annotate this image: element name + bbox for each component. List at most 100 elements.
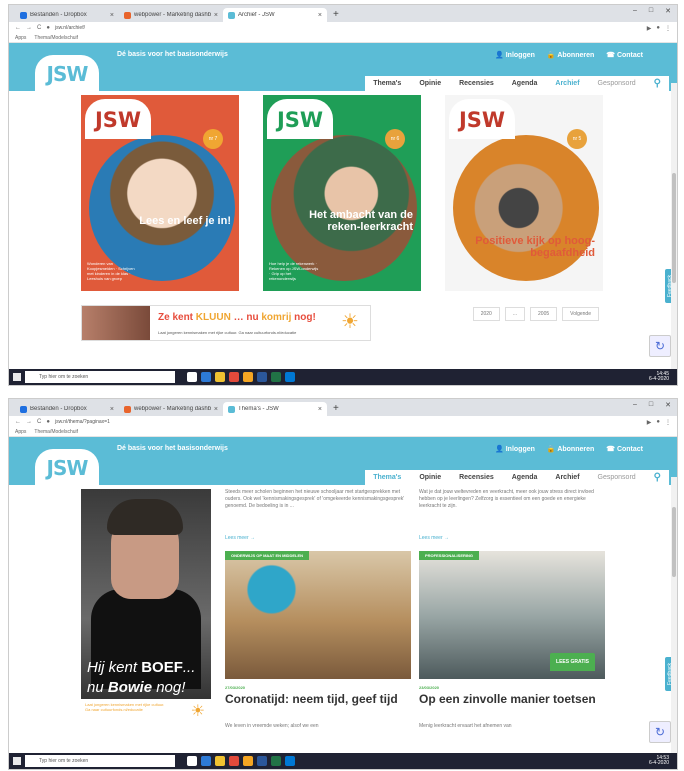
article-title[interactable]: Coronatijd: neem tijd, geef tijd [225, 693, 411, 706]
word-icon[interactable] [257, 756, 267, 766]
article-card[interactable]: ONDERWIJS OP MAAT EN MIDDELEN [225, 551, 411, 679]
excel-icon[interactable] [271, 372, 281, 382]
scrollbar[interactable] [671, 83, 677, 371]
back-icon[interactable]: ← [15, 419, 21, 425]
app-icon[interactable] [243, 372, 253, 382]
bookmark-item[interactable]: Thema/Modelschuif [34, 35, 78, 41]
system-tray-clock[interactable]: 14:45 6-4-2020 [649, 372, 669, 382]
new-tab-button[interactable]: + [327, 8, 345, 22]
cortana-icon[interactable] [187, 756, 197, 766]
subscribe-link[interactable]: 🔒 Abonneren [547, 51, 594, 59]
word-icon[interactable] [257, 372, 267, 382]
browser-tab-active[interactable]: Archief - JSW × [223, 8, 327, 22]
article-card[interactable]: PROFESSIONALISERING LEES GRATIS [419, 551, 605, 679]
browser-tab[interactable]: webpower - Marketing dashboard× [119, 402, 223, 416]
close-icon[interactable]: × [110, 12, 114, 19]
close-icon[interactable]: × [318, 406, 322, 413]
maximize-icon[interactable]: □ [649, 401, 653, 409]
chrome-icon[interactable] [229, 372, 239, 382]
profile-icon[interactable]: ● [656, 25, 660, 31]
browser-tab-active[interactable]: Thema's - JSW × [223, 402, 327, 416]
close-icon[interactable]: × [110, 406, 114, 413]
category-label[interactable]: PROFESSIONALISERING [419, 551, 480, 560]
cultuurfonds-banner-ad[interactable]: Ze kent KLUUN … nu komrij nog! Laat jong… [81, 305, 371, 341]
browser-tab[interactable]: Bestanden - Dropbox × [15, 402, 119, 416]
read-more-link[interactable]: Lees meer → [225, 535, 255, 541]
outlook-icon[interactable] [285, 756, 295, 766]
bookmark-apps[interactable]: Apps [15, 429, 26, 435]
windows-start-icon[interactable] [13, 757, 21, 765]
read-more-link[interactable]: Lees meer → [419, 535, 449, 541]
nav-agenda[interactable]: Agenda [512, 474, 538, 481]
reload-icon[interactable]: C [37, 25, 41, 31]
back-icon[interactable]: ← [15, 25, 21, 31]
jsw-logo[interactable]: JSW [35, 55, 99, 91]
contact-link[interactable]: ☎ Contact [606, 445, 643, 453]
extension-icon[interactable]: ▶ [647, 419, 652, 426]
windows-start-icon[interactable] [13, 373, 21, 381]
article-title[interactable]: Op een zinvolle manier toetsen [419, 693, 605, 706]
chrome-icon[interactable] [229, 756, 239, 766]
page-link[interactable]: 2005 [530, 307, 558, 321]
nav-archief[interactable]: Archief [555, 80, 579, 87]
minimize-icon[interactable]: – [633, 401, 637, 409]
category-label[interactable]: ONDERWIJS OP MAAT EN MIDDELEN [225, 551, 310, 560]
extension-icon[interactable]: ▶ [647, 25, 652, 32]
outlook-icon[interactable] [285, 372, 295, 382]
bookmark-item[interactable]: Thema/Modelschuif [34, 429, 78, 435]
page-link[interactable]: 2020 [472, 307, 500, 321]
nav-opinie[interactable]: Opinie [419, 474, 441, 481]
login-link[interactable]: 👤 Inloggen [495, 51, 535, 59]
minimize-icon[interactable]: – [633, 7, 637, 15]
menu-icon[interactable]: ⋮ [665, 25, 671, 32]
explorer-icon[interactable] [215, 756, 225, 766]
forward-icon[interactable]: → [26, 419, 32, 425]
taskbar-search-input[interactable]: Typ hier om te zoeken [25, 755, 175, 767]
edge-icon[interactable] [201, 756, 211, 766]
subscribe-link[interactable]: 🔒 Abonneren [547, 445, 594, 453]
maximize-icon[interactable]: □ [649, 7, 653, 15]
magazine-cover[interactable]: JSW nr 5 Positieve kijk op hoog-begaafdh… [445, 95, 603, 291]
browser-tab[interactable]: webpower - Marketing dashboard× [119, 8, 223, 22]
nav-themas[interactable]: Thema's [373, 80, 401, 87]
nav-opinie[interactable]: Opinie [419, 80, 441, 87]
edge-icon[interactable] [201, 372, 211, 382]
url-input[interactable]: jsw.nl/archief/ [55, 25, 642, 31]
close-icon[interactable]: × [214, 12, 218, 19]
close-window-icon[interactable]: ✕ [665, 401, 671, 409]
reload-icon[interactable]: C [37, 419, 41, 425]
jsw-logo[interactable]: JSW [35, 449, 99, 485]
new-tab-button[interactable]: + [327, 402, 345, 416]
profile-icon[interactable]: ● [656, 419, 660, 425]
excel-icon[interactable] [271, 756, 281, 766]
nav-archief[interactable]: Archief [555, 474, 579, 481]
close-window-icon[interactable]: ✕ [665, 7, 671, 15]
scrollbar[interactable] [671, 477, 677, 755]
contact-link[interactable]: ☎ Contact [606, 51, 643, 59]
system-tray-clock[interactable]: 14:53 6-4-2020 [649, 756, 669, 766]
nav-recensies[interactable]: Recensies [459, 474, 494, 481]
taskbar-search-input[interactable]: Typ hier om te zoeken [25, 371, 175, 383]
bookmark-apps[interactable]: Apps [15, 35, 26, 41]
nav-themas[interactable]: Thema's [373, 474, 401, 481]
cultuurfonds-skyscraper-ad[interactable]: Hij kent BOEF... nu Bowie nog! Laat jong… [81, 489, 211, 725]
magazine-cover[interactable]: JSW nr 7 Lees en leef je in! Wonderen va… [81, 95, 239, 291]
explorer-icon[interactable] [215, 372, 225, 382]
close-icon[interactable]: × [318, 12, 322, 19]
nav-gesponsord[interactable]: Gesponsord [598, 474, 636, 481]
cortana-icon[interactable] [187, 372, 197, 382]
search-icon[interactable]: ⚲ [654, 78, 661, 89]
forward-icon[interactable]: → [26, 25, 32, 31]
close-icon[interactable]: × [214, 406, 218, 413]
nav-recensies[interactable]: Recensies [459, 80, 494, 87]
browser-tab[interactable]: Bestanden - Dropbox × [15, 8, 119, 22]
search-icon[interactable]: ⚲ [654, 472, 661, 483]
menu-icon[interactable]: ⋮ [665, 419, 671, 426]
next-page-button[interactable]: Volgende [562, 307, 599, 321]
url-input[interactable]: jsw.nl/thema/?paginax=1 [55, 419, 642, 425]
magazine-cover[interactable]: JSW nr 6 Het ambacht van de reken-leerkr… [263, 95, 421, 291]
nav-gesponsord[interactable]: Gesponsord [598, 80, 636, 87]
app-icon[interactable] [243, 756, 253, 766]
login-link[interactable]: 👤 Inloggen [495, 445, 535, 453]
nav-agenda[interactable]: Agenda [512, 80, 538, 87]
